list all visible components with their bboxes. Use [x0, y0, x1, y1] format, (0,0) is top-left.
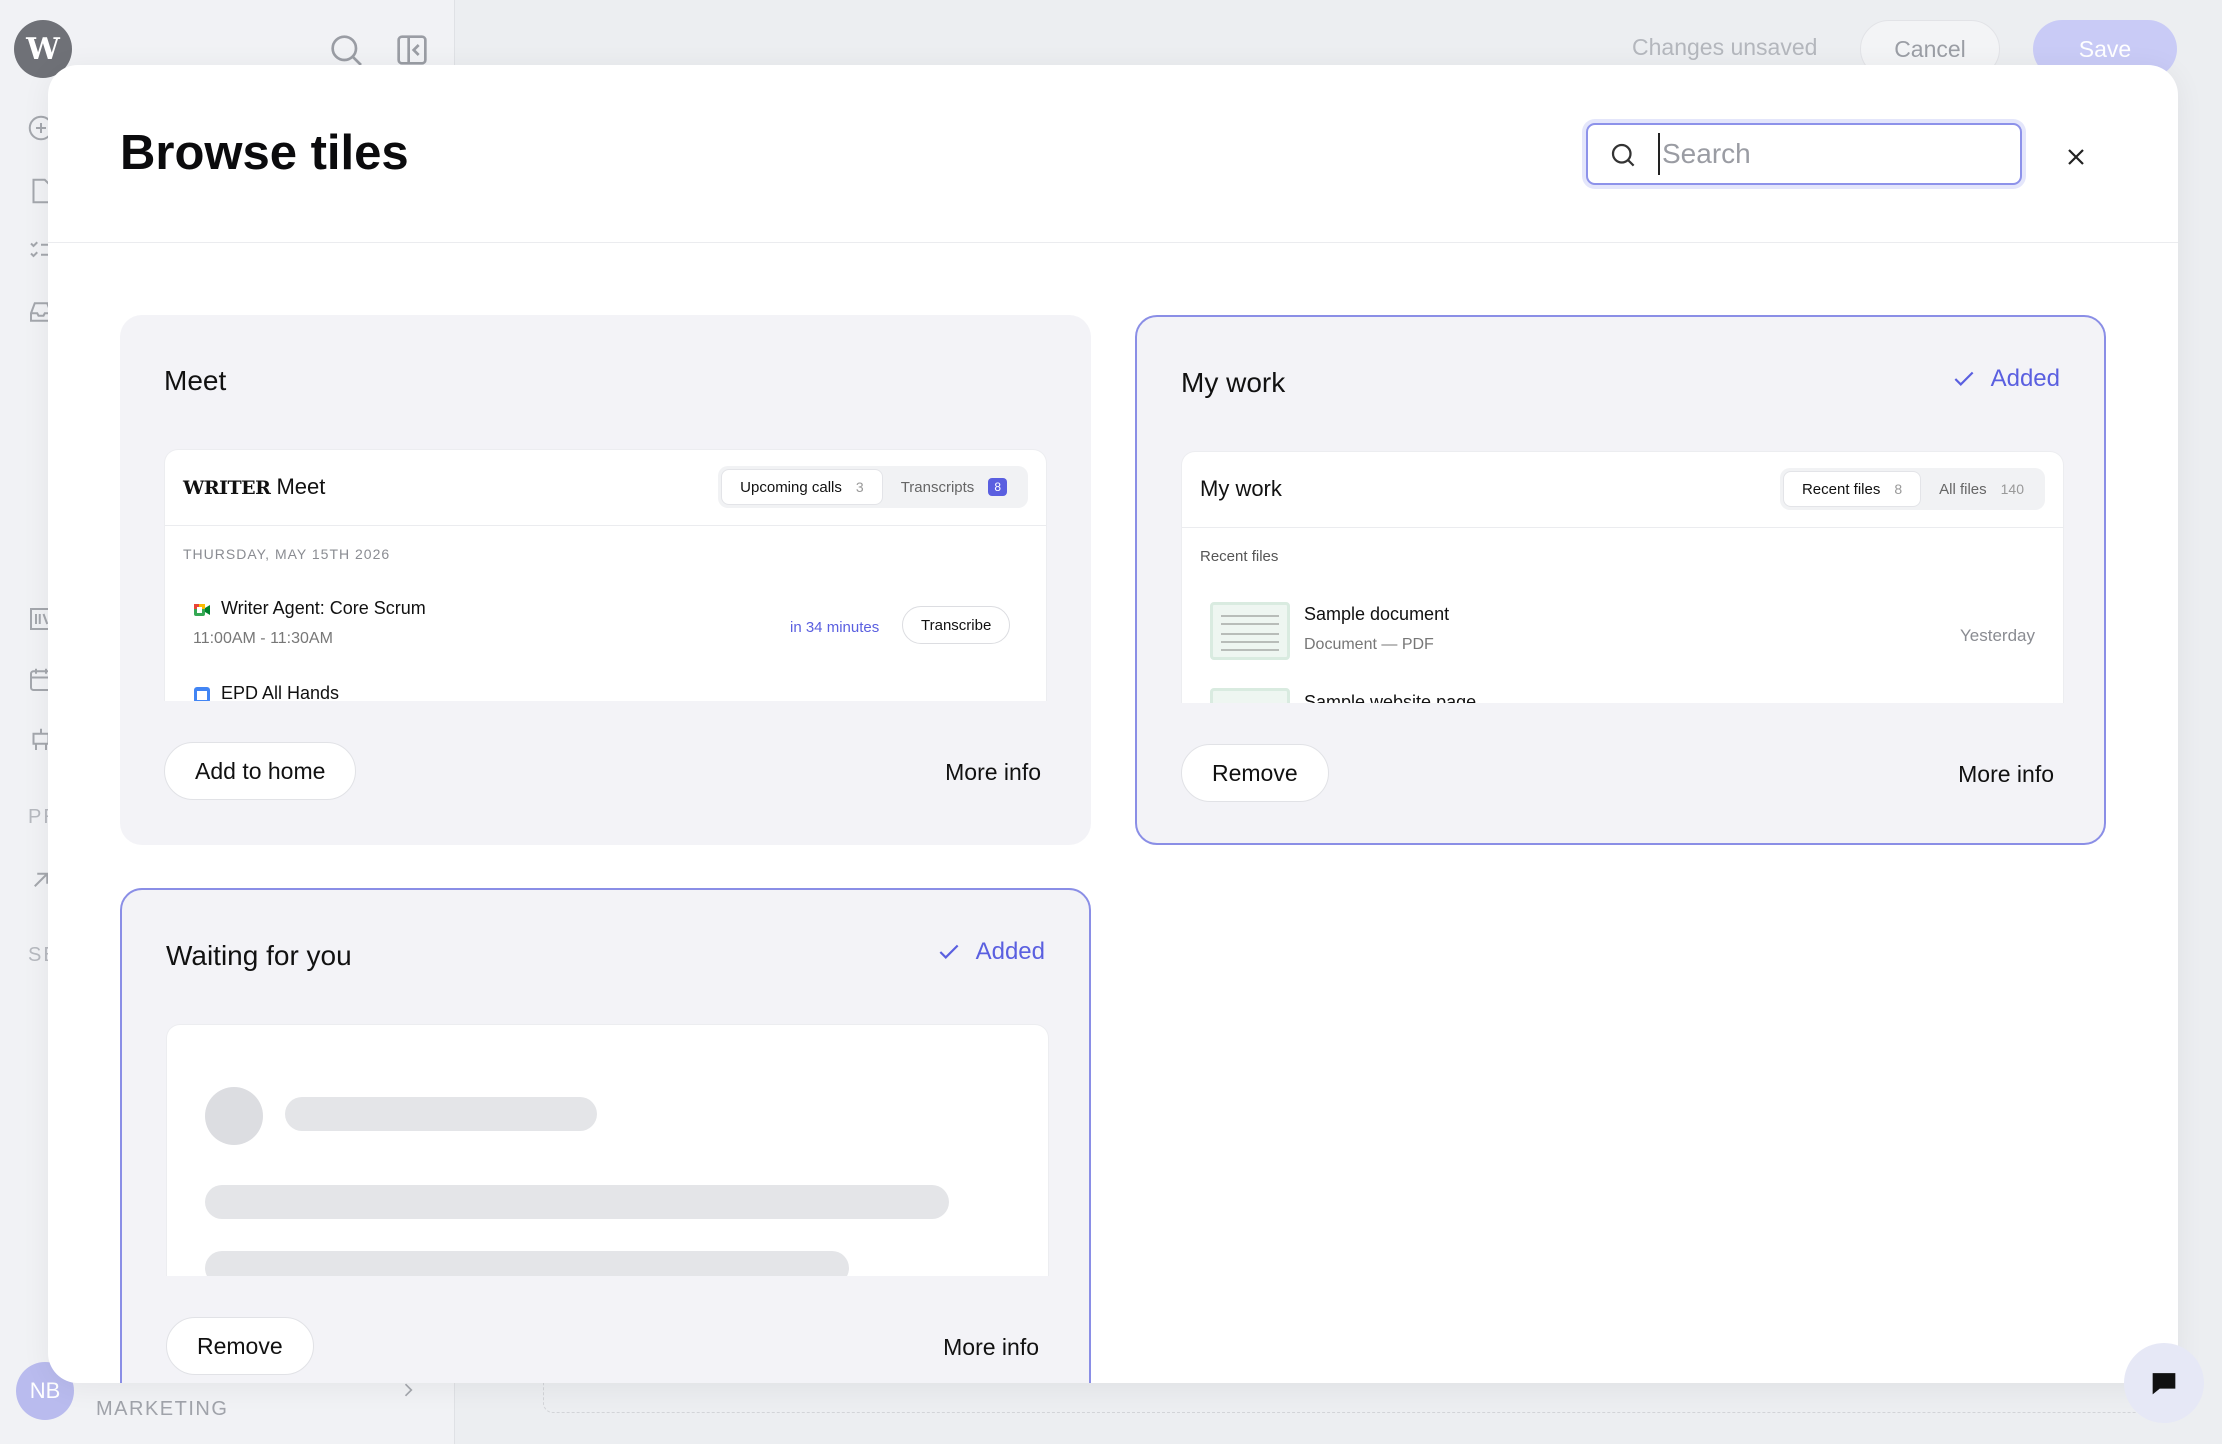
tab-count: 3 — [855, 479, 864, 495]
search-icon — [1611, 143, 1635, 167]
event-time: 11:00AM - 11:30AM — [193, 630, 333, 647]
workspace-label: MARKETING — [96, 1398, 229, 1420]
added-badge: Added — [936, 938, 1045, 966]
close-button[interactable] — [2056, 137, 2096, 177]
tile-title: My work — [1181, 367, 1286, 398]
added-label: Added — [1990, 365, 2060, 392]
file-meta: Document — PDF — [1304, 636, 1434, 653]
more-info-link[interactable]: More info — [943, 1334, 1039, 1361]
chat-button[interactable] — [2124, 1343, 2204, 1423]
drop-zone — [543, 1380, 2183, 1413]
search-box[interactable] — [1586, 123, 2022, 185]
tab-label: Upcoming calls — [740, 478, 842, 496]
tile-title: Meet — [164, 365, 227, 396]
preview-brand: WRITER Meet — [183, 474, 325, 500]
brand-wordmark: WRITER — [183, 477, 271, 499]
tab-count: 8 — [1894, 481, 1903, 497]
file-name: Sample document — [1304, 604, 1450, 624]
preview-tab: All files 140 — [1921, 471, 2042, 507]
tab-label: All files — [1939, 480, 1987, 498]
tiles-grid: Meet WRITER Meet Upcoming calls 3 Transcri… — [48, 243, 2178, 1383]
more-info-link[interactable]: More info — [945, 759, 1041, 786]
transcribe-button: Transcribe — [902, 606, 1011, 644]
file-thumbnail — [1210, 688, 1290, 703]
event-countdown: in 34 minutes — [790, 619, 880, 636]
check-icon — [1954, 371, 1974, 386]
skeleton-line — [205, 1251, 849, 1276]
preview-header: My work Recent files 8 All files 140 — [1182, 452, 2063, 528]
google-calendar-icon — [194, 687, 210, 701]
added-badge: Added — [1951, 365, 2060, 393]
preview-date: THURSDAY, MAY 15TH 2026 — [183, 546, 391, 562]
google-meet-icon — [194, 604, 210, 616]
preview-tab: Transcripts 8 — [883, 469, 1025, 505]
file-name: Sample website page — [1304, 692, 1477, 703]
search-input[interactable] — [1658, 133, 2008, 175]
tile-meet: Meet WRITER Meet Upcoming calls 3 Transcri… — [120, 315, 1091, 845]
check-icon — [939, 944, 959, 959]
tile-preview: My work Recent files 8 All files 140 Recen… — [1181, 451, 2064, 703]
tab-label: Recent files — [1801, 480, 1881, 498]
browse-tiles-modal: Browse tiles Meet WRITERMeet Upcoming ca… — [48, 65, 2178, 1383]
tile-title: Waiting for you — [166, 940, 352, 971]
close-icon — [2068, 149, 2084, 165]
tile-preview: WRITER Meet Upcoming calls 3 Transcripts 8 … — [164, 449, 1047, 701]
modal-header: Browse tiles — [48, 65, 2178, 243]
skeleton-line — [285, 1097, 597, 1131]
tab-count: 8 — [988, 478, 1007, 496]
preview-tab: Upcoming calls 3 — [721, 469, 883, 505]
add-to-home-button[interactable]: Add to home — [164, 742, 357, 800]
modal-title: Browse tiles — [120, 126, 409, 180]
event-title: EPD All Hands — [221, 683, 340, 701]
save-status: Changes unsaved — [1632, 34, 1818, 60]
tile-my-work: My work Added My work Recent files 8 All … — [1135, 315, 2106, 845]
remove-button[interactable]: Remove — [1181, 744, 1329, 802]
preview-header: WRITER Meet Upcoming calls 3 Transcripts 8 — [165, 450, 1046, 526]
preview-section-label: Recent files — [1200, 548, 1279, 565]
more-info-link[interactable]: More info — [1958, 761, 2054, 788]
tile-waiting-for-you: Waiting for you Added Remove More info — [120, 888, 1091, 1383]
skeleton-line — [205, 1185, 949, 1219]
preview-tabs: Upcoming calls 3 Transcripts 8 — [718, 466, 1028, 508]
event-title: Writer Agent: Core Scrum — [221, 598, 426, 618]
tab-label: Transcripts — [900, 478, 975, 496]
brand-suffix: Meet — [276, 474, 326, 499]
file-thumbnail — [1210, 602, 1290, 660]
remove-button[interactable]: Remove — [166, 1317, 314, 1375]
preview-tab: Recent files 8 — [1782, 471, 1922, 507]
tile-preview-skeleton — [166, 1024, 1049, 1276]
collapse-sidebar-icon[interactable] — [392, 30, 432, 70]
added-label: Added — [975, 938, 1045, 965]
tab-count: 140 — [2000, 481, 2024, 497]
preview-heading: My work — [1200, 476, 1282, 501]
search-icon[interactable] — [326, 30, 366, 70]
file-date: Yesterday — [1960, 626, 2035, 645]
chat-icon — [2152, 1373, 2176, 1395]
preview-tabs: Recent files 8 All files 140 — [1779, 468, 2045, 510]
skeleton-avatar — [205, 1087, 263, 1145]
